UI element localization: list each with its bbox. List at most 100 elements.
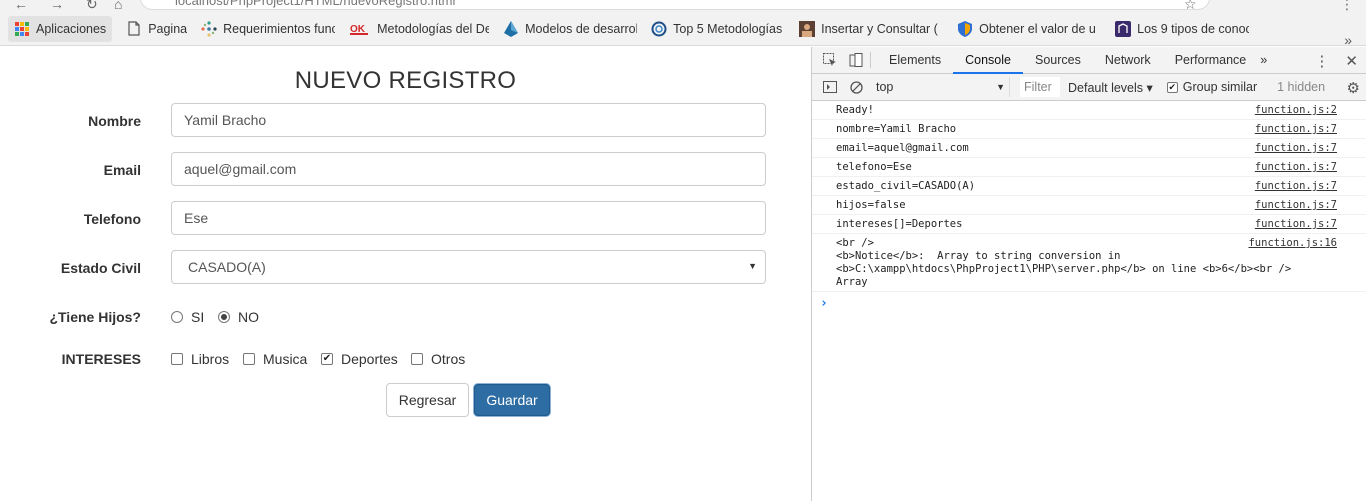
console-prompt-icon[interactable]: › [812, 292, 1366, 311]
bookmark-label: Metodologías del De [377, 21, 490, 36]
interes-musica[interactable]: Musica [243, 351, 307, 367]
bookmark-pagina[interactable]: Pagina [126, 16, 187, 42]
regresar-button[interactable]: Regresar [386, 383, 469, 417]
musica-checkbox[interactable] [243, 353, 255, 365]
bookmark-label: Requerimientos funci [223, 21, 336, 36]
bookmarks-bar: Aplicaciones Pagina Requerimientos funci… [0, 12, 1366, 48]
deportes-checkbox[interactable]: ✔ [321, 353, 333, 365]
hijos-si-radio[interactable] [171, 311, 183, 323]
message-source-link[interactable]: function.js:7 [1255, 142, 1337, 155]
console-message: Ready! function.js:2 [812, 101, 1366, 120]
deportes-label: Deportes [341, 351, 398, 367]
bookmark-label: Obtener el valor de u [979, 21, 1096, 36]
libros-label: Libros [191, 351, 230, 367]
message-source-link[interactable]: function.js:7 [1255, 180, 1337, 193]
default-levels-dropdown[interactable]: Default levels ▾ [1068, 80, 1153, 95]
bookmark-label: Top 5 Metodologías [673, 21, 783, 36]
bookmark-apps[interactable]: Aplicaciones [8, 15, 113, 42]
console-output: Ready! function.js:2 nombre=Yamil Bracho f… [812, 101, 1366, 311]
message-text: email=aquel@gmail.com [836, 142, 969, 154]
tabbar-separator [870, 52, 871, 68]
nombre-input-value: Yamil Bracho [184, 112, 267, 128]
telefono-input[interactable]: Ese [171, 201, 766, 235]
bookmark-label: Modelos de desarroll [525, 21, 638, 36]
hijos-label: ¿Tiene Hijos? [49, 309, 141, 325]
bookmark-label: Insertar y Consultar ( [821, 21, 938, 36]
tab-sources[interactable]: Sources [1023, 47, 1093, 74]
ok-logo-icon: OK [349, 21, 371, 37]
page-title: NUEVO REGISTRO [294, 67, 517, 94]
tab-console[interactable]: Console [953, 47, 1023, 74]
more-tabs-icon[interactable]: » [1258, 47, 1269, 74]
bookmark-requerimientos[interactable]: Requerimientos funci [201, 16, 335, 42]
page-content: NUEVO REGISTRO Nombre Yamil Bracho Email… [0, 47, 811, 501]
devtools-panel: Elements Console Sources Network Perform… [811, 47, 1366, 501]
devtools-window-controls: ⋮ ✕ [1298, 47, 1358, 74]
dots-icon [201, 20, 217, 37]
hijos-no-label: NO [238, 309, 259, 325]
libros-checkbox[interactable] [171, 353, 183, 365]
tab-elements[interactable]: Elements [877, 47, 953, 74]
message-source-link[interactable]: function.js:2 [1255, 104, 1337, 117]
close-icon[interactable]: ✕ [1345, 52, 1358, 70]
message-source-link[interactable]: function.js:7 [1255, 161, 1337, 174]
back-icon[interactable]: ← [14, 0, 28, 12]
estado-civil-label: Estado Civil [60, 260, 141, 276]
message-source-link[interactable]: function.js:7 [1255, 123, 1337, 136]
estado-civil-select[interactable]: CASADO(A) ▼ [171, 250, 766, 284]
interes-otros[interactable]: Otros [411, 351, 465, 367]
hijos-no-option[interactable]: NO [218, 309, 259, 325]
tab-performance[interactable]: Performance [1163, 47, 1259, 74]
home-icon[interactable]: ⌂ [114, 0, 122, 12]
email-input-value: aquel@gmail.com [184, 161, 297, 177]
guardar-button[interactable]: Guardar [474, 384, 550, 416]
console-message-notice: <br /> <b>Notice</b>: Array to string co… [812, 234, 1366, 292]
hijos-si-option[interactable]: SI [171, 309, 204, 325]
device-toolbar-icon[interactable] [848, 52, 864, 68]
kebab-menu-icon[interactable]: ⋮ [1314, 52, 1329, 70]
context-select[interactable]: top ▼ [872, 77, 1010, 97]
message-source-link[interactable]: function.js:16 [1248, 237, 1337, 250]
message-text: intereses[]=Deportes [836, 218, 963, 230]
address-bar[interactable]: localhost/PhpProject1/HTML/nuevoRegistro… [140, 0, 1210, 10]
console-toolbar: top ▼ Filter Default levels ▾ ✔ Group si… [812, 74, 1366, 101]
gear-icon[interactable]: ⚙ [1347, 79, 1360, 97]
estado-civil-value: CASADO(A) [188, 259, 266, 275]
group-similar-checkbox[interactable]: ✔ [1166, 81, 1178, 93]
shield-icon [957, 20, 973, 37]
bookmark-insertar[interactable]: Insertar y Consultar ( [799, 16, 943, 42]
forward-icon[interactable]: → [50, 0, 64, 12]
group-similar-toggle[interactable]: ✔ Group similar [1166, 80, 1257, 94]
message-text: <br /> <b>Notice</b>: Array to string co… [836, 237, 1292, 288]
hijos-no-radio[interactable] [218, 311, 230, 323]
devtools-tabbar: Elements Console Sources Network Perform… [812, 47, 1366, 74]
nombre-input[interactable]: Yamil Bracho [171, 103, 766, 137]
bookmark-metodologias[interactable]: OK Metodologías del De [349, 16, 489, 42]
message-source-link[interactable]: function.js:7 [1255, 199, 1337, 212]
musica-label: Musica [263, 351, 308, 367]
clear-console-icon[interactable] [848, 79, 864, 95]
bookmark-tipos[interactable]: Los 9 tipos de conoc [1115, 16, 1249, 42]
console-message: email=aquel@gmail.com function.js:7 [812, 139, 1366, 158]
tab-network[interactable]: Network [1093, 47, 1163, 74]
context-value: top [876, 80, 894, 94]
interes-libros[interactable]: Libros [171, 351, 229, 367]
sidebar-toggle-icon[interactable] [822, 79, 838, 95]
bookmark-top5[interactable]: Top 5 Metodologías [651, 16, 785, 42]
more-bookmarks-icon[interactable]: » [1344, 32, 1352, 48]
otros-label: Otros [431, 351, 466, 367]
hidden-count: 1 hidden [1277, 80, 1326, 94]
interes-deportes[interactable]: ✔ Deportes [321, 351, 398, 367]
bookmark-obtener[interactable]: Obtener el valor de u [957, 16, 1101, 42]
bookmark-modelos[interactable]: Modelos de desarroll [503, 16, 637, 42]
message-source-link[interactable]: function.js:7 [1255, 218, 1337, 231]
console-message: estado_civil=CASADO(A) function.js:7 [812, 177, 1366, 196]
otros-checkbox[interactable] [411, 353, 423, 365]
inspect-icon[interactable] [822, 52, 838, 68]
console-message: telefono=Ese function.js:7 [812, 158, 1366, 177]
telefono-input-value: Ese [184, 210, 209, 226]
filter-input[interactable]: Filter [1020, 77, 1060, 97]
email-input[interactable]: aquel@gmail.com [171, 152, 766, 186]
bookmark-label: Pagina [148, 21, 188, 36]
nombre-label: Nombre [88, 113, 141, 129]
